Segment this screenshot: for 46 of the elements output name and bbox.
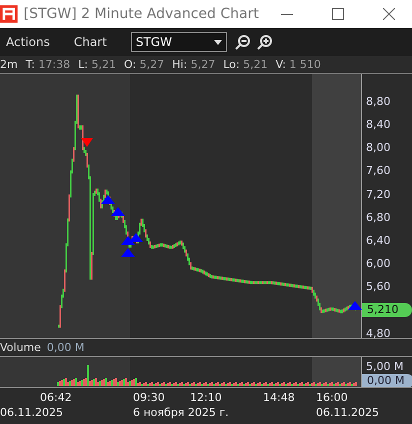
- menu-item[interactable]: Actions: [0, 35, 56, 49]
- price-tick: 4,80: [366, 327, 390, 340]
- info-field: V: 1 510: [276, 58, 321, 71]
- close-icon: [383, 8, 396, 20]
- price-tick: 8,80: [366, 95, 390, 108]
- volume-tick: 5,00 M: [366, 360, 404, 373]
- price-tick: 6,40: [366, 234, 390, 247]
- info-field: T: 17:38: [26, 58, 70, 71]
- buy-marker-icon: [121, 248, 135, 257]
- buy-marker-icon: [101, 195, 115, 204]
- last-price-badge: 5,210: [362, 303, 412, 317]
- date-label: 06.11.2025: [316, 406, 379, 419]
- info-field: L: 5,21: [78, 58, 116, 71]
- volume-value: 0,00 M: [46, 341, 84, 354]
- price-tick: 8,40: [366, 118, 390, 131]
- price-tick: 7,20: [366, 188, 390, 201]
- caret-icon: [214, 40, 222, 44]
- zoom-in-icon[interactable]: [256, 34, 273, 50]
- last-volume-badge: 0,00 M: [362, 374, 412, 388]
- price-tick: 5,60: [366, 280, 390, 293]
- price-tick: 7,60: [366, 164, 390, 177]
- buy-marker-icon: [129, 233, 143, 242]
- info-field: Hi: 5,27: [172, 58, 216, 71]
- time-tick: 14:48: [263, 391, 295, 404]
- time-tick: 12:10: [190, 391, 222, 404]
- price-tick: 6,00: [366, 257, 390, 270]
- price-tick: 8,00: [366, 141, 390, 154]
- time-tick: 06:42: [40, 391, 72, 404]
- symbol-dropdown[interactable]: STGW: [130, 32, 227, 52]
- date-label: 6 ноября 2025 г.: [133, 406, 229, 419]
- volume-label: Volume: [0, 341, 41, 354]
- menu-item[interactable]: Chart: [68, 35, 113, 49]
- info-field: O: 5,27: [124, 58, 164, 71]
- interval-label: 2m: [0, 58, 18, 71]
- buy-marker-icon: [111, 207, 125, 216]
- price-tick: 6,80: [366, 211, 390, 224]
- buy-marker-icon: [348, 301, 362, 310]
- time-tick: 09:30: [133, 391, 165, 404]
- window-title: [STGW] 2 Minute Advanced Chart: [24, 6, 259, 22]
- maximize-icon: [332, 8, 344, 20]
- buy-marker-icon: [121, 236, 135, 245]
- time-tick: 16:00: [316, 391, 348, 404]
- info-field: Lo: 5,21: [223, 58, 268, 71]
- date-label: 06.11.2025: [0, 406, 63, 419]
- zoom-out-icon[interactable]: [234, 34, 251, 50]
- sell-marker-icon: [81, 138, 93, 147]
